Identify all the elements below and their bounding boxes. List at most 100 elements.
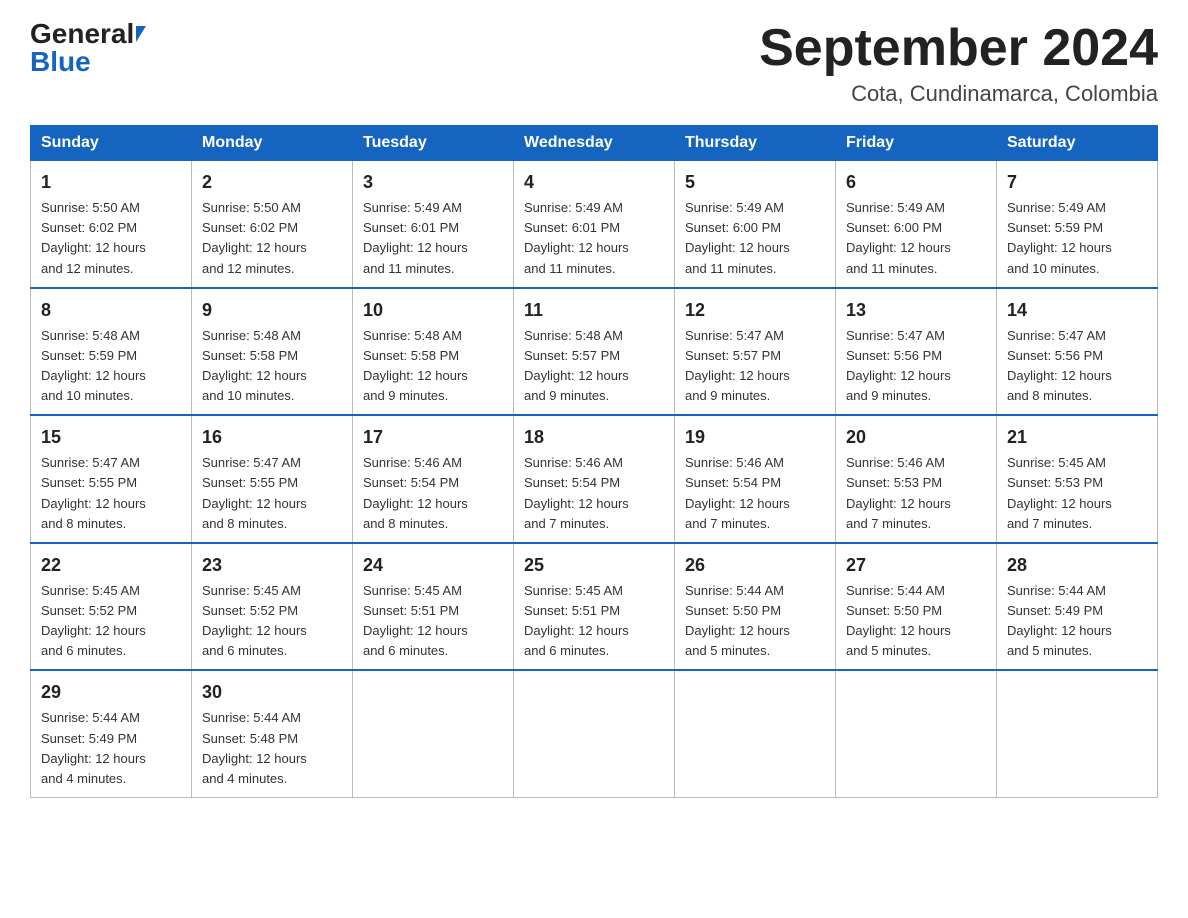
calendar-cell: 6Sunrise: 5:49 AMSunset: 6:00 PMDaylight… (836, 161, 997, 288)
calendar-cell: 13Sunrise: 5:47 AMSunset: 5:56 PMDayligh… (836, 288, 997, 416)
calendar-cell (353, 670, 514, 797)
calendar-cell: 25Sunrise: 5:45 AMSunset: 5:51 PMDayligh… (514, 543, 675, 671)
day-number: 14 (1007, 297, 1147, 324)
day-info: Sunrise: 5:49 AMSunset: 6:01 PMDaylight:… (363, 198, 503, 279)
calendar-cell: 1Sunrise: 5:50 AMSunset: 6:02 PMDaylight… (31, 161, 192, 288)
calendar-cell: 9Sunrise: 5:48 AMSunset: 5:58 PMDaylight… (192, 288, 353, 416)
day-number: 22 (41, 552, 181, 579)
day-number: 19 (685, 424, 825, 451)
day-info: Sunrise: 5:48 AMSunset: 5:58 PMDaylight:… (202, 326, 342, 407)
day-info: Sunrise: 5:44 AMSunset: 5:49 PMDaylight:… (1007, 581, 1147, 662)
day-number: 26 (685, 552, 825, 579)
day-info: Sunrise: 5:47 AMSunset: 5:56 PMDaylight:… (846, 326, 986, 407)
day-header-thursday: Thursday (675, 126, 836, 161)
calendar-cell: 12Sunrise: 5:47 AMSunset: 5:57 PMDayligh… (675, 288, 836, 416)
day-info: Sunrise: 5:50 AMSunset: 6:02 PMDaylight:… (41, 198, 181, 279)
day-number: 25 (524, 552, 664, 579)
day-info: Sunrise: 5:45 AMSunset: 5:52 PMDaylight:… (202, 581, 342, 662)
day-number: 3 (363, 169, 503, 196)
day-number: 21 (1007, 424, 1147, 451)
days-of-week-row: SundayMondayTuesdayWednesdayThursdayFrid… (31, 126, 1158, 161)
calendar-cell: 15Sunrise: 5:47 AMSunset: 5:55 PMDayligh… (31, 415, 192, 543)
calendar-title: September 2024 (759, 20, 1158, 77)
day-info: Sunrise: 5:49 AMSunset: 6:00 PMDaylight:… (846, 198, 986, 279)
day-info: Sunrise: 5:49 AMSunset: 6:01 PMDaylight:… (524, 198, 664, 279)
calendar-cell: 17Sunrise: 5:46 AMSunset: 5:54 PMDayligh… (353, 415, 514, 543)
calendar-cell: 28Sunrise: 5:44 AMSunset: 5:49 PMDayligh… (997, 543, 1158, 671)
calendar-cell: 30Sunrise: 5:44 AMSunset: 5:48 PMDayligh… (192, 670, 353, 797)
logo: General Blue (30, 20, 146, 76)
day-info: Sunrise: 5:48 AMSunset: 5:58 PMDaylight:… (363, 326, 503, 407)
week-row-4: 22Sunrise: 5:45 AMSunset: 5:52 PMDayligh… (31, 543, 1158, 671)
calendar-cell: 21Sunrise: 5:45 AMSunset: 5:53 PMDayligh… (997, 415, 1158, 543)
day-number: 8 (41, 297, 181, 324)
day-info: Sunrise: 5:48 AMSunset: 5:57 PMDaylight:… (524, 326, 664, 407)
day-info: Sunrise: 5:46 AMSunset: 5:54 PMDaylight:… (685, 453, 825, 534)
calendar-subtitle: Cota, Cundinamarca, Colombia (759, 81, 1158, 107)
calendar-header: SundayMondayTuesdayWednesdayThursdayFrid… (31, 126, 1158, 161)
calendar-cell: 14Sunrise: 5:47 AMSunset: 5:56 PMDayligh… (997, 288, 1158, 416)
day-info: Sunrise: 5:44 AMSunset: 5:50 PMDaylight:… (685, 581, 825, 662)
day-number: 20 (846, 424, 986, 451)
calendar-cell: 4Sunrise: 5:49 AMSunset: 6:01 PMDaylight… (514, 161, 675, 288)
calendar-cell (997, 670, 1158, 797)
day-info: Sunrise: 5:50 AMSunset: 6:02 PMDaylight:… (202, 198, 342, 279)
day-info: Sunrise: 5:45 AMSunset: 5:52 PMDaylight:… (41, 581, 181, 662)
calendar-table: SundayMondayTuesdayWednesdayThursdayFrid… (30, 125, 1158, 798)
calendar-cell: 8Sunrise: 5:48 AMSunset: 5:59 PMDaylight… (31, 288, 192, 416)
day-number: 2 (202, 169, 342, 196)
day-number: 1 (41, 169, 181, 196)
day-info: Sunrise: 5:48 AMSunset: 5:59 PMDaylight:… (41, 326, 181, 407)
day-info: Sunrise: 5:47 AMSunset: 5:56 PMDaylight:… (1007, 326, 1147, 407)
calendar-cell: 7Sunrise: 5:49 AMSunset: 5:59 PMDaylight… (997, 161, 1158, 288)
day-number: 11 (524, 297, 664, 324)
calendar-cell: 22Sunrise: 5:45 AMSunset: 5:52 PMDayligh… (31, 543, 192, 671)
day-info: Sunrise: 5:46 AMSunset: 5:54 PMDaylight:… (524, 453, 664, 534)
day-header-wednesday: Wednesday (514, 126, 675, 161)
header: General Blue September 2024 Cota, Cundin… (30, 20, 1158, 107)
day-number: 27 (846, 552, 986, 579)
week-row-3: 15Sunrise: 5:47 AMSunset: 5:55 PMDayligh… (31, 415, 1158, 543)
day-number: 15 (41, 424, 181, 451)
day-header-monday: Monday (192, 126, 353, 161)
calendar-cell: 26Sunrise: 5:44 AMSunset: 5:50 PMDayligh… (675, 543, 836, 671)
day-number: 4 (524, 169, 664, 196)
calendar-cell: 24Sunrise: 5:45 AMSunset: 5:51 PMDayligh… (353, 543, 514, 671)
day-number: 24 (363, 552, 503, 579)
calendar-cell: 23Sunrise: 5:45 AMSunset: 5:52 PMDayligh… (192, 543, 353, 671)
logo-triangle-icon (136, 26, 146, 42)
day-info: Sunrise: 5:47 AMSunset: 5:57 PMDaylight:… (685, 326, 825, 407)
calendar-body: 1Sunrise: 5:50 AMSunset: 6:02 PMDaylight… (31, 161, 1158, 798)
day-info: Sunrise: 5:45 AMSunset: 5:51 PMDaylight:… (524, 581, 664, 662)
day-info: Sunrise: 5:49 AMSunset: 6:00 PMDaylight:… (685, 198, 825, 279)
calendar-cell: 2Sunrise: 5:50 AMSunset: 6:02 PMDaylight… (192, 161, 353, 288)
calendar-cell: 19Sunrise: 5:46 AMSunset: 5:54 PMDayligh… (675, 415, 836, 543)
calendar-cell (836, 670, 997, 797)
day-info: Sunrise: 5:46 AMSunset: 5:53 PMDaylight:… (846, 453, 986, 534)
day-number: 23 (202, 552, 342, 579)
day-number: 12 (685, 297, 825, 324)
day-number: 6 (846, 169, 986, 196)
calendar-cell: 29Sunrise: 5:44 AMSunset: 5:49 PMDayligh… (31, 670, 192, 797)
day-info: Sunrise: 5:46 AMSunset: 5:54 PMDaylight:… (363, 453, 503, 534)
day-number: 17 (363, 424, 503, 451)
day-number: 13 (846, 297, 986, 324)
calendar-cell (675, 670, 836, 797)
calendar-cell: 27Sunrise: 5:44 AMSunset: 5:50 PMDayligh… (836, 543, 997, 671)
day-number: 30 (202, 679, 342, 706)
calendar-cell: 18Sunrise: 5:46 AMSunset: 5:54 PMDayligh… (514, 415, 675, 543)
week-row-5: 29Sunrise: 5:44 AMSunset: 5:49 PMDayligh… (31, 670, 1158, 797)
logo-blue-text: Blue (30, 48, 91, 76)
day-header-saturday: Saturday (997, 126, 1158, 161)
day-info: Sunrise: 5:44 AMSunset: 5:49 PMDaylight:… (41, 708, 181, 789)
day-number: 18 (524, 424, 664, 451)
day-number: 16 (202, 424, 342, 451)
calendar-cell: 20Sunrise: 5:46 AMSunset: 5:53 PMDayligh… (836, 415, 997, 543)
week-row-1: 1Sunrise: 5:50 AMSunset: 6:02 PMDaylight… (31, 161, 1158, 288)
day-info: Sunrise: 5:47 AMSunset: 5:55 PMDaylight:… (41, 453, 181, 534)
calendar-cell: 11Sunrise: 5:48 AMSunset: 5:57 PMDayligh… (514, 288, 675, 416)
calendar-cell (514, 670, 675, 797)
day-header-sunday: Sunday (31, 126, 192, 161)
day-header-friday: Friday (836, 126, 997, 161)
day-number: 5 (685, 169, 825, 196)
